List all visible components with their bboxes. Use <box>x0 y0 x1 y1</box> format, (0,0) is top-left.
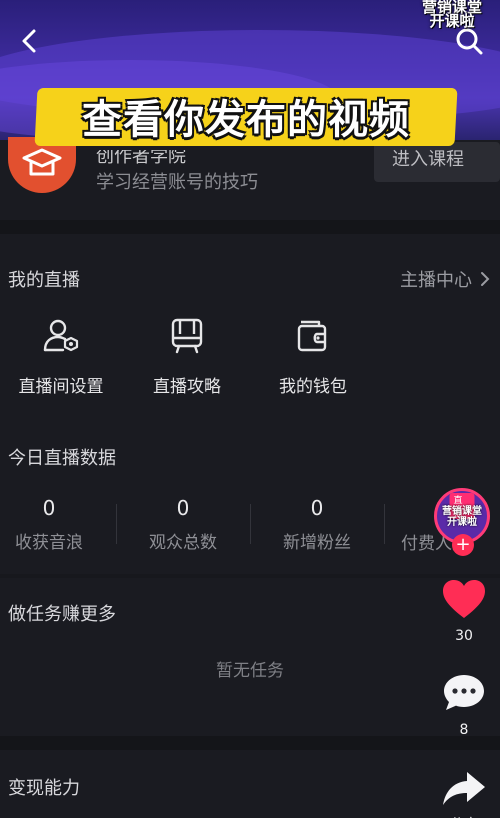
stat-value: 0 <box>176 496 190 520</box>
wallet-icon <box>297 320 327 352</box>
my-wallet-label: 我的钱包 <box>279 377 347 397</box>
my-wallet[interactable]: 我的钱包 <box>248 316 378 397</box>
stat-label: 收获音浪 <box>15 533 83 553</box>
live-room-settings[interactable]: 直播间设置 <box>0 316 126 397</box>
no-task-text: 暂无任务 <box>216 661 284 681</box>
live-room-settings-label: 直播间设置 <box>18 377 104 397</box>
live-section-title: 我的直播 <box>8 270 80 291</box>
like-count: 30 <box>455 628 473 644</box>
stat-divider <box>116 504 117 544</box>
academy-subtitle: 学习经营账号的技巧 <box>96 172 258 193</box>
live-guide-label: 直播攻略 <box>153 377 221 397</box>
stat-label: 观众总数 <box>149 533 217 553</box>
enter-course-button[interactable]: 进入课程 <box>374 142 500 182</box>
guide-board-icon <box>171 318 203 354</box>
chevron-left-icon <box>22 29 36 53</box>
back-button[interactable] <box>14 26 44 56</box>
avatar-text: 营销课堂 开课啦 <box>437 506 487 528</box>
stat-new-followers: 0 新增粉丝 <box>252 496 382 553</box>
video-caption: 查看你发布的视频 <box>82 97 410 143</box>
avatar-text-line1: 营销课堂 <box>442 506 482 517</box>
anchor-center-label: 主播中心 <box>400 270 472 291</box>
monetize-section-title: 变现能力 <box>8 778 80 799</box>
share-button[interactable]: 分享 <box>440 770 488 818</box>
heart-icon <box>443 580 485 618</box>
avatar-text-line2: 开课啦 <box>447 517 477 528</box>
follow-plus-button[interactable]: + <box>452 534 474 556</box>
section-divider <box>0 736 500 750</box>
stat-total-viewers: 0 观众总数 <box>118 496 248 553</box>
stat-label: 新增粉丝 <box>283 533 351 553</box>
comment-count: 8 <box>459 722 469 738</box>
share-arrow-icon <box>443 772 485 805</box>
like-button[interactable]: 30 <box>440 578 488 644</box>
section-divider <box>0 574 500 578</box>
anchor-center-link[interactable]: 主播中心 <box>400 266 490 292</box>
tasks-section-title: 做任务赚更多 <box>8 604 116 625</box>
graduation-cap-icon <box>22 148 62 176</box>
chevron-right-icon <box>481 272 490 286</box>
stat-value: 0 <box>42 496 56 520</box>
live-guide[interactable]: 直播攻略 <box>122 316 252 397</box>
today-section-title: 今日直播数据 <box>8 448 116 469</box>
stat-divider <box>250 504 251 544</box>
comment-button[interactable]: 8 <box>440 672 488 738</box>
comment-icon <box>444 675 484 710</box>
stat-value: 0 <box>310 496 324 520</box>
section-divider <box>0 220 500 234</box>
share-label: 分享 <box>440 814 488 818</box>
promo-badge: 营销课堂 开课啦 <box>410 0 494 32</box>
user-settings-icon <box>43 319 79 352</box>
stat-sound-waves: 0 收获音浪 <box>0 496 114 553</box>
promo-badge-line2: 开课啦 <box>429 12 475 30</box>
